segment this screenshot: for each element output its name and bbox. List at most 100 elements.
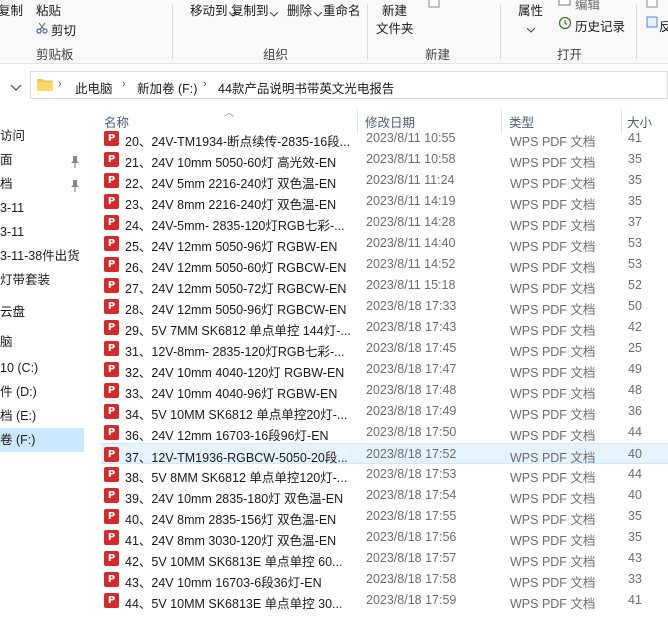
file-type: WPS PDF 文档	[510, 324, 596, 338]
pdf-file-icon: P	[104, 194, 119, 209]
nav-item-drive-e[interactable]: 档 (E:)	[0, 404, 84, 428]
edit-button[interactable]: 编辑	[575, 0, 600, 13]
file-row[interactable]: P 20、24V-TM1934-断点续传-2835-16段... 2023/8/11…	[101, 128, 668, 149]
pdf-file-icon: P	[104, 278, 119, 293]
file-row[interactable]: P 23、24V 8mm 2216-240灯 双色温-EN 2023/8/11 14…	[101, 191, 668, 212]
copy-to-button[interactable]: 复制到	[231, 0, 269, 19]
nav-item-drive-c[interactable]: 10 (C:)	[0, 356, 84, 380]
file-row[interactable]: P 43、24V 10mm 16703-6段36灯-EN 2023/8/18 17:…	[101, 569, 668, 590]
address-bar[interactable]: › 此电脑 › 新加卷 (F:) › 44款产品说明书带英文光电报告	[30, 71, 668, 99]
file-date: 2023/8/11 10:55	[366, 131, 456, 145]
file-row[interactable]: P 42、5V 10MM SK6813E 单点单控 60... 2023/8/18 …	[101, 548, 668, 569]
delete-button[interactable]: 删除	[287, 0, 312, 19]
new-item-button[interactable]: 新建	[382, 0, 407, 19]
navigation-pane: 访问 面 档 3-11 3-11 3-11-38件出货 灯带套装 云盘 脑 10…	[0, 112, 84, 623]
file-row[interactable]: P 31、12V-8mm- 2835-120灯RGB七彩-... 2023/8/18…	[101, 338, 668, 359]
file-row[interactable]: P 44、5V 10MM SK6813E 单点单控 30... 2023/8/18 …	[101, 590, 668, 611]
file-row[interactable]: P 38、5V 8MM SK6812 单点单控120灯-... 2023/8/18 …	[101, 464, 668, 485]
file-row[interactable]: P 24、24V-5mm- 2835-120灯RGB七彩-... 2023/8/11…	[101, 212, 668, 233]
paste-button[interactable]: 粘贴	[36, 0, 61, 19]
pdf-file-icon: P	[104, 236, 119, 251]
folder-icon	[37, 77, 53, 91]
file-type: WPS PDF 文档	[510, 408, 596, 422]
file-name: 20、24V-TM1934-断点续传-2835-16段...	[125, 135, 351, 149]
file-row[interactable]: P 33、24V 10mm 4040-96灯 RGBW-EN 2023/8/18 1…	[101, 380, 668, 401]
file-row[interactable]: P 37、12V-TM1936-RGBCW-5050-20段... 2023/8/1…	[101, 443, 668, 465]
file-date: 2023/8/18 17:45	[366, 341, 457, 355]
pdf-file-icon: P	[104, 131, 119, 146]
pdf-file-icon: P	[104, 404, 119, 419]
file-row[interactable]: P 29、5V 7MM SK6812 单点单控 144灯-... 2023/8/18…	[101, 317, 668, 338]
cut-button[interactable]: 剪切	[51, 20, 76, 39]
move-to-button[interactable]: 移动到	[190, 0, 228, 19]
file-row[interactable]: P 34、5V 10MM SK6812 单点单控20灯-... 2023/8/18 …	[101, 401, 668, 422]
file-row[interactable]: P 41、24V 8mm 3030-120灯 双色温-EN 2023/8/18 17…	[101, 527, 668, 548]
file-row[interactable]: P 39、24V 10mm 2835-180灯 双色温-EN 2023/8/18 1…	[101, 485, 668, 506]
file-row[interactable]: P 26、24V 12mm 5050-60灯 RGBCW-EN 2023/8/11 …	[101, 254, 668, 275]
nav-item-desktop[interactable]: 面	[0, 148, 84, 172]
file-row[interactable]: P 36、24V 12mm 16703-16段96灯-EN 2023/8/18 17…	[101, 422, 668, 443]
nav-item-folder[interactable]: 3-11	[0, 196, 84, 220]
file-row[interactable]: P 28、24V 12mm 5050-96灯 RGBCW-EN 2023/8/18 …	[101, 296, 668, 317]
file-row[interactable]: P 32、24V 10mm 4040-120灯 RGBW-EN 2023/8/18 …	[101, 359, 668, 380]
file-date: 2023/8/18 17:59	[366, 593, 457, 607]
scissors-icon	[36, 22, 48, 34]
pin-icon	[70, 153, 80, 168]
nav-item-label: 3-11	[0, 201, 25, 215]
file-type: WPS PDF 文档	[510, 492, 596, 506]
file-name: 28、24V 12mm 5050-96灯 RGBCW-EN	[125, 303, 347, 317]
file-date: 2023/8/18 17:55	[366, 509, 457, 523]
nav-item-label: 灯带套装	[0, 273, 51, 287]
history-button[interactable]: 历史记录	[575, 16, 625, 35]
nav-item-documents[interactable]: 档	[0, 172, 84, 196]
nav-item-drive-f[interactable]: 卷 (F:)	[0, 428, 84, 452]
organize-group-label: 组织	[263, 48, 289, 62]
nav-item-drive-d[interactable]: 件 (D:)	[0, 380, 84, 404]
file-row[interactable]: P 22、24V 5mm 2216-240灯 双色温-EN 2023/8/11 11…	[101, 170, 668, 191]
nav-item-cloud-drive[interactable]: 云盘	[0, 300, 84, 324]
nav-item-folder[interactable]: 3-11-38件出货	[0, 244, 84, 268]
nav-item-quick-access[interactable]: 访问	[0, 124, 84, 148]
nav-item-label: 面	[0, 153, 13, 167]
file-row[interactable]: P 21、24V 10mm 5050-60灯 高光效-EN 2023/8/11 10…	[101, 149, 668, 170]
new-group-label: 新建	[425, 48, 451, 62]
nav-item-label: 3-11	[0, 225, 25, 239]
navigation-scrollbar[interactable]	[84, 112, 98, 623]
file-size: 44	[628, 425, 642, 439]
breadcrumb-current-folder[interactable]: 44款产品说明书带英文光电报告	[218, 78, 394, 97]
file-name: 40、24V 8mm 2835-156灯 双色温-EN	[125, 513, 337, 527]
file-type: WPS PDF 文档	[510, 261, 596, 275]
file-row[interactable]: P 40、24V 8mm 2835-156灯 双色温-EN 2023/8/18 17…	[101, 506, 668, 527]
nav-item-this-pc[interactable]: 脑	[0, 330, 84, 354]
properties-button[interactable]: 属性	[518, 0, 543, 19]
file-size: 36	[628, 404, 642, 418]
file-size: 49	[628, 362, 642, 376]
file-date: 2023/8/11 11:24	[366, 173, 455, 187]
pdf-file-icon: P	[104, 383, 119, 398]
file-name: 27、24V 12mm 5050-72灯 RGBCW-EN	[125, 282, 347, 296]
nav-item-folder[interactable]: 3-11	[0, 220, 84, 244]
pdf-file-icon: P	[104, 320, 119, 335]
file-row[interactable]: P 27、24V 12mm 5050-72灯 RGBCW-EN 2023/8/11 …	[101, 275, 668, 296]
file-row[interactable]: P 25、24V 12mm 5050-96灯 RGBW-EN 2023/8/11 1…	[101, 233, 668, 254]
invert-select-button[interactable]: 反	[659, 16, 668, 35]
rename-button[interactable]: 重命名	[323, 0, 361, 19]
file-name: 39、24V 10mm 2835-180灯 双色温-EN	[125, 492, 344, 506]
file-date: 2023/8/18 17:58	[366, 572, 457, 586]
breadcrumb-drive[interactable]: 新加卷 (F:)	[137, 78, 197, 97]
file-date: 2023/8/18 17:54	[366, 488, 457, 502]
copy-button[interactable]: 复制	[0, 0, 23, 19]
pdf-file-icon: P	[104, 425, 119, 440]
file-type: WPS PDF 文档	[510, 366, 596, 380]
file-size: 35	[628, 173, 642, 187]
file-size: 42	[628, 320, 642, 334]
file-type: WPS PDF 文档	[510, 513, 596, 527]
file-size: 41	[628, 131, 642, 145]
file-date: 2023/8/11 14:28	[366, 215, 456, 229]
new-folder-button[interactable]: 文件夹	[376, 18, 414, 37]
pin-icon	[70, 177, 80, 192]
recent-locations-chevron-icon[interactable]	[10, 81, 22, 91]
nav-item-folder[interactable]: 灯带套装	[0, 268, 84, 292]
breadcrumb-this-pc[interactable]: 此电脑	[75, 78, 113, 97]
file-date: 2023/8/11 15:18	[366, 278, 456, 292]
